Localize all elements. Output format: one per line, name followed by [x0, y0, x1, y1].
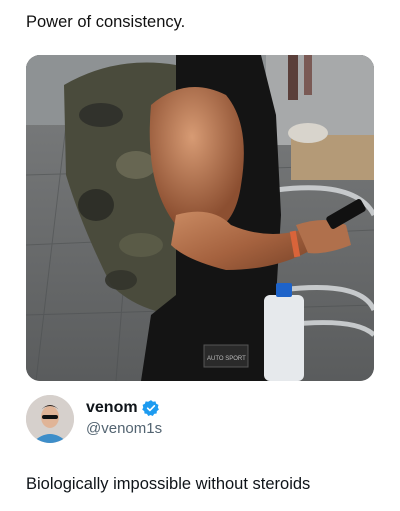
quoted-tweet-author[interactable]: venom @venom1s: [26, 395, 374, 447]
photo-of-muscular-arm-icon: AUTO SPORT: [26, 55, 374, 381]
avatar[interactable]: [26, 395, 74, 443]
shirt-label: AUTO SPORT: [207, 356, 246, 362]
quoted-tweet-text: Biologically impossible without steroids: [26, 475, 311, 493]
post-caption: Power of consistency.: [26, 13, 186, 31]
display-name[interactable]: venom: [86, 399, 138, 417]
user-handle[interactable]: @venom1s: [86, 420, 162, 437]
post-photo[interactable]: AUTO SPORT: [26, 55, 374, 381]
verified-badge-icon: [141, 399, 160, 417]
avatar-photo-icon: [26, 395, 74, 443]
